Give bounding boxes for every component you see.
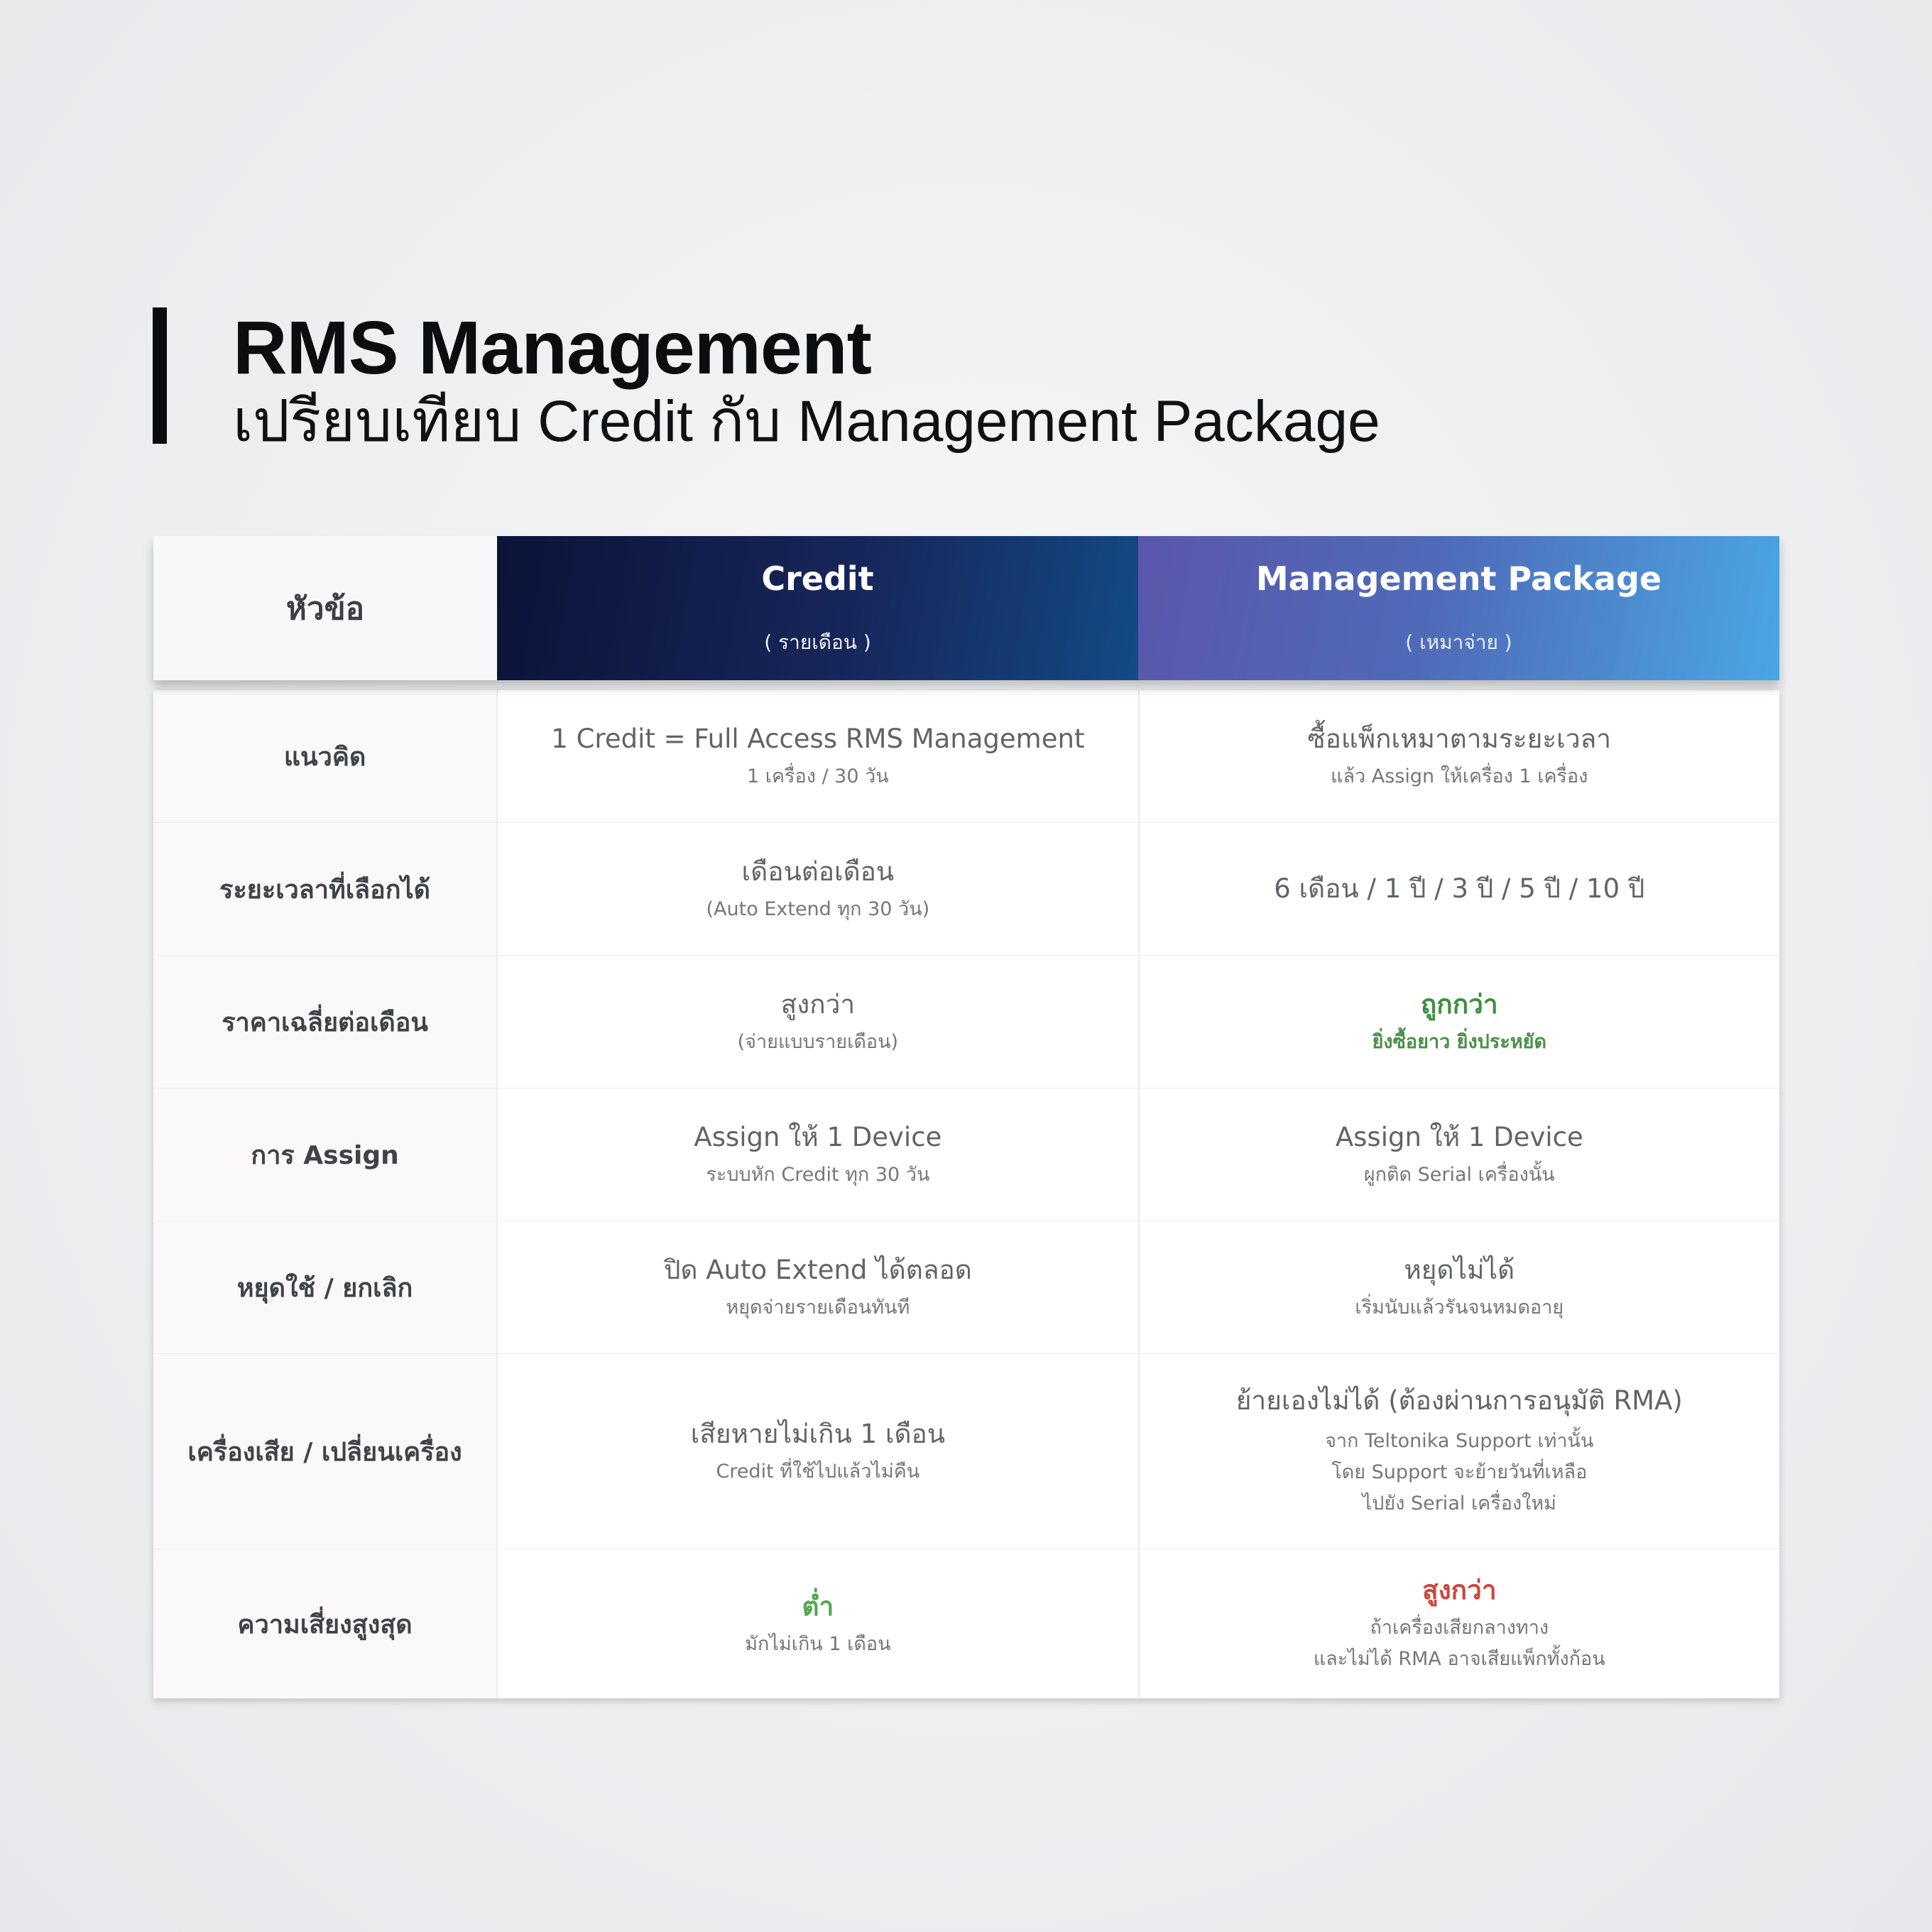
header-credit: Credit ( รายเดือน ) [497, 536, 1138, 680]
credit-note: ระบบหัก Credit ทุก 30 วัน [706, 1163, 930, 1186]
package-note-line: ถ้าเครื่องเสียกลางทาง [1370, 1617, 1549, 1639]
table-row: ราคาเฉลี่ยต่อเดือน สูงกว่า (จ่ายแบบรายเด… [153, 955, 1779, 1088]
package-note-line: และไม่ได้ RMA อาจเสียแพ็กทั้งก้อน [1313, 1648, 1605, 1670]
credit-main: Assign ให้ 1 Device [694, 1121, 942, 1152]
package-main: 6 เดือน / 1 ปี / 3 ปี / 5 ปี / 10 ปี [1274, 873, 1645, 904]
package-main: หยุดไม่ได้ [1404, 1254, 1515, 1285]
package-note: เริ่มนับแล้วรันจนหมดอายุ [1355, 1296, 1564, 1319]
package-cell: ย้ายเองไม่ได้ (ต้องผ่านการอนุมัติ RMA) จ… [1140, 1354, 1779, 1549]
credit-cell: เดือนต่อเดือน (Auto Extend ทุก 30 วัน) [498, 823, 1140, 955]
comparison-table: หัวข้อ Credit ( รายเดือน ) Management Pa… [153, 536, 1779, 1698]
credit-main: สูงกว่า [780, 988, 856, 1020]
credit-main: เดือนต่อเดือน [741, 856, 895, 887]
row-topic: ความเสี่ยงสูงสุด [153, 1549, 498, 1698]
credit-note: (จ่ายแบบรายเดือน) [737, 1030, 899, 1053]
header-credit-sub: ( รายเดือน ) [764, 631, 871, 654]
row-topic: เครื่องเสีย / เปลี่ยนเครื่อง [153, 1354, 498, 1549]
package-main: ซื้อแพ็กเหมาตามระยะเวลา [1307, 723, 1612, 754]
package-cell: ซื้อแพ็กเหมาตามระยะเวลา แล้ว Assign ให้เ… [1140, 690, 1779, 822]
credit-note: (Auto Extend ทุก 30 วัน) [706, 897, 930, 920]
header-package-name: Management Package [1255, 560, 1662, 598]
table-row: การ Assign Assign ให้ 1 Device ระบบหัก C… [153, 1088, 1779, 1221]
package-note: จาก Teltonika Support เท่านั้น โดย Suppo… [1325, 1426, 1593, 1519]
package-main: สูงกว่า [1421, 1575, 1497, 1605]
package-main: ถูกกว่า [1420, 988, 1498, 1020]
credit-note: หยุดจ่ายรายเดือนทันที [726, 1296, 910, 1319]
table-row: เครื่องเสีย / เปลี่ยนเครื่อง เสียหายไม่เ… [153, 1353, 1779, 1549]
title-accent-bar [153, 307, 167, 444]
package-cell: ถูกกว่า ยิ่งซื้อยาว ยิ่งประหยัด [1140, 956, 1779, 1088]
package-note-line: ไปยัง Serial เครื่องใหม่ [1362, 1492, 1556, 1515]
header-package: Management Package ( เหมาจ่าย ) [1138, 536, 1779, 680]
package-main: ย้ายเองไม่ได้ (ต้องผ่านการอนุมัติ RMA) [1235, 1385, 1683, 1416]
credit-cell: Assign ให้ 1 Device ระบบหัก Credit ทุก 3… [498, 1088, 1140, 1221]
page-title: RMS Management [233, 306, 872, 390]
credit-main: ต่ำ [802, 1590, 834, 1622]
credit-main: 1 Credit = Full Access RMS Management [551, 723, 1085, 754]
package-cell: 6 เดือน / 1 ปี / 3 ปี / 5 ปี / 10 ปี [1140, 823, 1779, 955]
table-row: ระยะเวลาที่เลือกได้ เดือนต่อเดือน (Auto … [153, 822, 1779, 955]
credit-note: 1 เครื่อง / 30 วัน [746, 765, 889, 787]
credit-note: มักไม่เกิน 1 เดือน [745, 1632, 891, 1655]
package-note-line: จาก Teltonika Support เท่านั้น [1325, 1430, 1594, 1452]
header-credit-name: Credit [761, 560, 874, 598]
row-topic: แนวคิด [153, 690, 498, 822]
package-note-line: โดย Support จะย้ายวันที่เหลือ [1331, 1461, 1588, 1483]
row-topic: การ Assign [153, 1088, 498, 1221]
credit-cell: ปิด Auto Extend ได้ตลอด หยุดจ่ายรายเดือน… [498, 1221, 1140, 1353]
row-topic: ระยะเวลาที่เลือกได้ [153, 823, 498, 955]
row-topic: ราคาเฉลี่ยต่อเดือน [153, 956, 498, 1088]
credit-main: เสียหายไม่เกิน 1 เดือน [690, 1418, 946, 1449]
package-cell: Assign ให้ 1 Device ผูกติด Serial เครื่อ… [1140, 1088, 1779, 1221]
package-cell: สูงกว่า ถ้าเครื่องเสียกลางทาง และไม่ได้ … [1140, 1549, 1779, 1698]
credit-main: ปิด Auto Extend ได้ตลอด [663, 1254, 972, 1285]
header-package-sub: ( เหมาจ่าย ) [1405, 631, 1512, 654]
credit-note: Credit ที่ใช้ไปแล้วไม่คืน [716, 1460, 920, 1483]
table-header: หัวข้อ Credit ( รายเดือน ) Management Pa… [153, 536, 1779, 680]
package-note: ผูกติด Serial เครื่องนั้น [1363, 1163, 1555, 1186]
table-row: หยุดใช้ / ยกเลิก ปิด Auto Extend ได้ตลอด… [153, 1221, 1779, 1353]
table-row: แนวคิด 1 Credit = Full Access RMS Manage… [153, 690, 1779, 822]
row-topic: หยุดใช้ / ยกเลิก [153, 1221, 498, 1353]
credit-cell: เสียหายไม่เกิน 1 เดือน Credit ที่ใช้ไปแล… [498, 1354, 1140, 1549]
package-note: ถ้าเครื่องเสียกลางทาง และไม่ได้ RMA อาจเ… [1314, 1612, 1605, 1675]
credit-cell: สูงกว่า (จ่ายแบบรายเดือน) [498, 956, 1140, 1088]
header-topic: หัวข้อ [153, 536, 497, 680]
table-row: ความเสี่ยงสูงสุด ต่ำ มักไม่เกิน 1 เดือน … [153, 1549, 1779, 1698]
package-note: แล้ว Assign ให้เครื่อง 1 เครื่อง [1331, 765, 1588, 787]
package-cell: หยุดไม่ได้ เริ่มนับแล้วรันจนหมดอายุ [1140, 1221, 1779, 1353]
package-main: Assign ให้ 1 Device [1335, 1121, 1583, 1152]
credit-cell: 1 Credit = Full Access RMS Management 1 … [498, 690, 1140, 822]
credit-cell: ต่ำ มักไม่เกิน 1 เดือน [498, 1549, 1140, 1698]
table-body: แนวคิด 1 Credit = Full Access RMS Manage… [153, 690, 1779, 1698]
page-subtitle: เปรียบเทียบ Credit กับ Management Packag… [233, 389, 1380, 454]
package-note: ยิ่งซื้อยาว ยิ่งประหยัด [1372, 1030, 1546, 1053]
